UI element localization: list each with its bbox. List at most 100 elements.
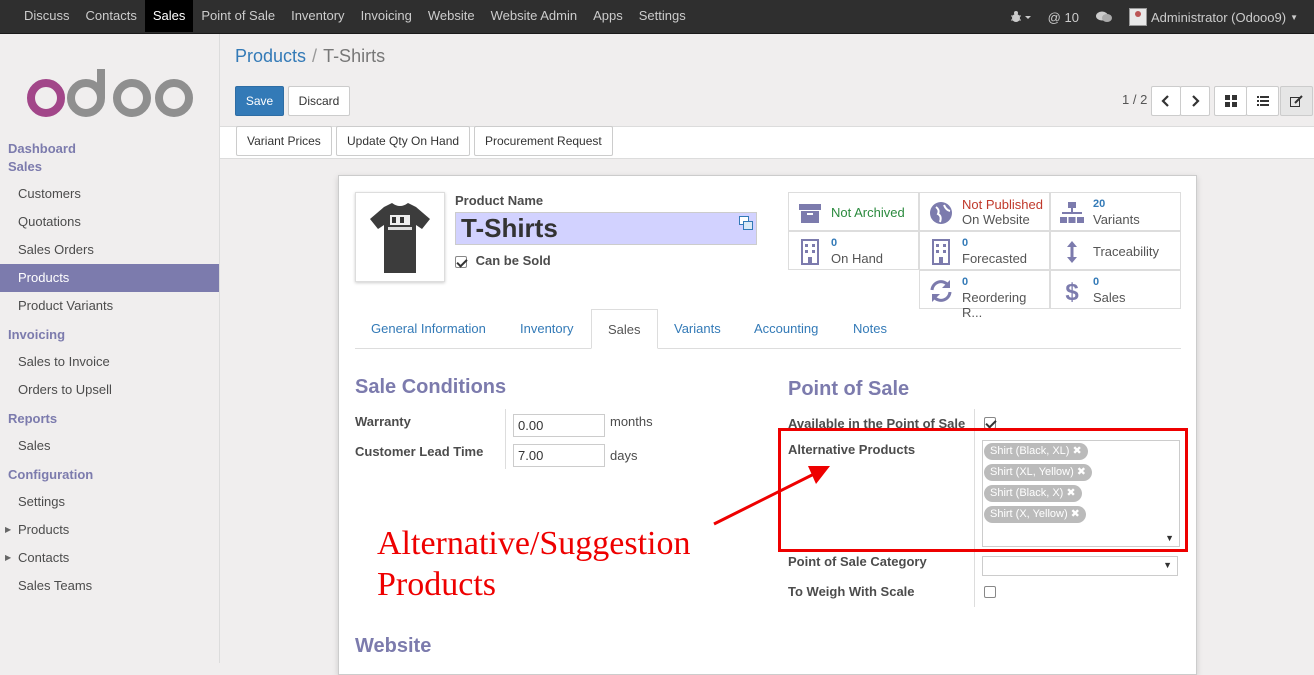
- tab-variants[interactable]: Variants: [658, 309, 737, 349]
- sidebar-item-sales-to-invoice[interactable]: Sales to Invoice: [0, 348, 219, 376]
- arrows-vertical-icon: [1067, 241, 1077, 263]
- published-status: Not Published: [962, 197, 1043, 212]
- sidebar-item-orders-to-upsell[interactable]: Orders to Upsell: [0, 376, 219, 404]
- sidebar-item-sales-teams[interactable]: Sales Teams: [0, 572, 219, 600]
- tab-notes[interactable]: Notes: [837, 309, 903, 349]
- menu-inventory[interactable]: Inventory: [283, 0, 352, 32]
- kanban-icon: [1224, 95, 1237, 107]
- archive-toggle-button[interactable]: Not Archived: [788, 192, 919, 231]
- sidebar-item-products[interactable]: Products: [0, 264, 219, 292]
- kanban-view-button[interactable]: [1214, 86, 1247, 116]
- forecast-label: Forecasted: [962, 251, 1028, 266]
- breadcrumb-products[interactable]: Products: [235, 46, 306, 66]
- caret-right-icon: ▶: [5, 525, 12, 534]
- edit-icon: [1290, 95, 1303, 107]
- forecast-count: 0: [962, 237, 969, 249]
- menu-settings[interactable]: Settings: [631, 0, 694, 32]
- sidebar-item-quotations[interactable]: Quotations: [0, 208, 219, 236]
- menu-apps[interactable]: Apps: [585, 0, 631, 32]
- tab-sales[interactable]: Sales: [591, 309, 658, 349]
- user-menu[interactable]: Administrator (Odooo9) ▼: [1128, 8, 1298, 26]
- sidebar-item-customers[interactable]: Customers: [0, 180, 219, 208]
- breadcrumb-current: T-Shirts: [323, 46, 386, 66]
- form-view-button[interactable]: [1280, 86, 1313, 116]
- sidebar-item-config-products[interactable]: ▶ Products: [0, 516, 219, 544]
- weigh-scale-checkbox[interactable]: [984, 586, 996, 598]
- dollar-icon: $: [1065, 279, 1079, 304]
- notebook-tabs: General Information Inventory Sales Vari…: [355, 309, 1181, 349]
- pager-value: 1 / 2: [1122, 92, 1148, 107]
- sidebar-dashboard[interactable]: Dashboard: [0, 140, 219, 158]
- list-view-button[interactable]: [1246, 86, 1279, 116]
- forecasted-button[interactable]: 0 Forecasted: [919, 231, 1050, 270]
- sales-label: Sales: [1093, 290, 1126, 305]
- archive-icon: [799, 204, 821, 223]
- chevron-right-icon: [1192, 95, 1200, 107]
- svg-text:$: $: [1065, 279, 1079, 304]
- menu-contacts[interactable]: Contacts: [78, 0, 145, 32]
- can-be-sold-label: Can be Sold: [475, 253, 551, 268]
- control-panel: Products / T-Shirts Save Discard 1 / 2: [220, 34, 1314, 127]
- sidebar-item-config-contacts[interactable]: ▶ Contacts: [0, 544, 219, 572]
- breadcrumb: Products / T-Shirts: [235, 46, 386, 66]
- on-hand-button[interactable]: 0 On Hand: [788, 231, 919, 270]
- warranty-unit: months: [610, 414, 653, 429]
- mentions-counter[interactable]: @ 10: [1048, 10, 1079, 25]
- product-name-input[interactable]: T-Shirts: [455, 212, 757, 245]
- main-menu: Discuss Contacts Sales Point of Sale Inv…: [16, 0, 694, 34]
- discard-button[interactable]: Discard: [288, 86, 350, 116]
- pos-category-label: Point of Sale Category: [788, 554, 927, 569]
- variants-count: 20: [1093, 198, 1106, 210]
- menu-website-admin[interactable]: Website Admin: [483, 0, 585, 32]
- annotation-line-1: Alternative/Suggestion: [377, 525, 691, 562]
- update-qty-button[interactable]: Update Qty On Hand: [336, 126, 471, 156]
- menu-discuss[interactable]: Discuss: [16, 0, 78, 32]
- pos-category-select[interactable]: ▼: [982, 556, 1178, 576]
- sidebar-item-sales-orders[interactable]: Sales Orders: [0, 236, 219, 264]
- lead-time-input[interactable]: 7.00: [513, 444, 605, 467]
- annotation-arrow: [713, 466, 830, 526]
- tab-inventory[interactable]: Inventory: [504, 309, 589, 349]
- odoo-logo: [27, 69, 193, 117]
- tab-accounting[interactable]: Accounting: [738, 309, 834, 349]
- traceability-button[interactable]: Traceability: [1050, 231, 1181, 270]
- variants-button[interactable]: 20 Variants: [1050, 192, 1181, 231]
- pos-title: Point of Sale: [788, 378, 910, 400]
- procurement-request-button[interactable]: Procurement Request: [474, 126, 613, 156]
- sidebar-item-settings[interactable]: Settings: [0, 488, 219, 516]
- variants-label: Variants: [1093, 212, 1140, 227]
- menu-website[interactable]: Website: [420, 0, 483, 32]
- menu-sales[interactable]: Sales: [144, 0, 194, 32]
- menu-point-of-sale[interactable]: Point of Sale: [193, 0, 283, 32]
- product-image[interactable]: [355, 192, 445, 282]
- menu-invoicing[interactable]: Invoicing: [353, 0, 420, 32]
- globe-icon: [930, 202, 952, 224]
- sidebar-section-sales: Sales: [8, 159, 42, 174]
- weigh-scale-label: To Weigh With Scale: [788, 584, 915, 599]
- translate-icon[interactable]: [739, 216, 753, 233]
- chevron-down-icon: ▼: [1290, 12, 1298, 22]
- pager-next-button[interactable]: [1180, 86, 1210, 116]
- annotation-text: Alternative/Suggestion Products: [377, 523, 691, 605]
- sales-count: 0: [1093, 276, 1100, 288]
- sidebar-item-reports-sales[interactable]: Sales: [0, 432, 219, 460]
- sales-button[interactable]: $ 0 Sales: [1050, 270, 1181, 309]
- reordering-rules-button[interactable]: 0 Reordering R...: [919, 270, 1050, 320]
- sidebar-item-product-variants[interactable]: Product Variants: [0, 292, 219, 320]
- variant-prices-button[interactable]: Variant Prices: [236, 126, 332, 156]
- warranty-input[interactable]: 0.00: [513, 414, 605, 437]
- lead-time-label: Customer Lead Time: [355, 444, 484, 459]
- sidebar-menu: Dashboard Sales Customers Quotations Sal…: [0, 140, 219, 600]
- caret-down-icon: ▼: [1163, 560, 1172, 570]
- annotation-line-2: Products: [377, 566, 496, 603]
- chat-icon[interactable]: [1095, 10, 1113, 24]
- save-button[interactable]: Save: [235, 86, 284, 116]
- publish-toggle-button[interactable]: Not Published On Website: [919, 192, 1050, 231]
- debug-icon[interactable]: [1010, 10, 1032, 24]
- tab-general-information[interactable]: General Information: [355, 309, 502, 349]
- pager-previous-button[interactable]: [1151, 86, 1181, 116]
- reorder-count: 0: [962, 276, 969, 288]
- warranty-label: Warranty: [355, 414, 411, 429]
- sitemap-icon: [1060, 202, 1084, 223]
- can-be-sold-checkbox[interactable]: [455, 255, 467, 268]
